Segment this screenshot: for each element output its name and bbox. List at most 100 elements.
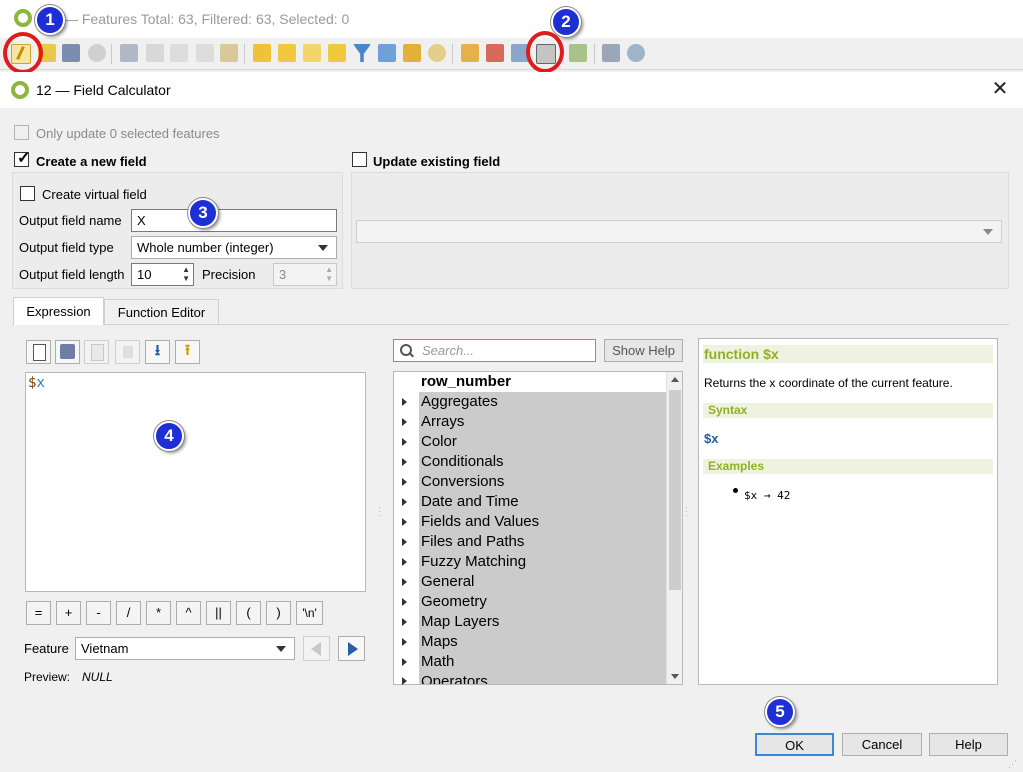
cancel-button[interactable]: Cancel	[842, 733, 922, 756]
operator-equals-button[interactable]: =	[26, 601, 51, 625]
expand-arrow-icon[interactable]	[402, 398, 407, 406]
paste-icon[interactable]	[220, 44, 238, 62]
expand-arrow-icon[interactable]	[402, 538, 407, 546]
search-field[interactable]: Search...	[393, 339, 596, 362]
save-icon[interactable]	[55, 340, 80, 364]
feature-combo[interactable]: Vietnam	[75, 637, 295, 660]
move-selection-top-icon[interactable]	[378, 44, 396, 62]
function-tree-scrollbar[interactable]	[666, 372, 682, 684]
show-help-button[interactable]: Show Help	[604, 339, 683, 362]
chevron-down-icon	[276, 646, 286, 652]
function-group-map-layers[interactable]: Map Layers	[421, 612, 499, 632]
import-icon[interactable]: ⭳	[145, 340, 170, 364]
annotation-badge-3: 3	[188, 198, 218, 228]
expand-arrow-icon[interactable]	[402, 618, 407, 626]
output-type-combo[interactable]: Whole number (integer)	[131, 236, 337, 259]
deselect-all-icon[interactable]	[328, 44, 346, 62]
cut-icon[interactable]	[170, 44, 188, 62]
actions-icon[interactable]	[627, 44, 645, 62]
function-group-color[interactable]: Color	[421, 432, 457, 452]
chevron-down-icon	[318, 245, 328, 251]
delete-feature-icon[interactable]	[146, 44, 164, 62]
only-update-checkbox[interactable]	[14, 125, 29, 140]
precision-spinbox[interactable]: 3 ▲ ▼	[273, 263, 337, 286]
expand-arrow-icon[interactable]	[402, 518, 407, 526]
expand-arrow-icon[interactable]	[402, 558, 407, 566]
function-group-fuzzy-matching[interactable]: Fuzzy Matching	[421, 552, 526, 572]
pan-to-selection-icon[interactable]	[403, 44, 421, 62]
expand-arrow-icon[interactable]	[402, 478, 407, 486]
expand-arrow-icon[interactable]	[402, 418, 407, 426]
operator-plus-button[interactable]: +	[56, 601, 81, 625]
save-edits-icon[interactable]	[62, 44, 80, 62]
feature-value: Vietnam	[81, 641, 129, 656]
spin-arrows-icon[interactable]: ▲ ▼	[325, 265, 333, 283]
scroll-up-icon[interactable]	[671, 377, 679, 382]
expand-arrow-icon[interactable]	[402, 498, 407, 506]
function-row-number[interactable]: row_number	[421, 372, 511, 392]
toolbar-separator	[594, 44, 595, 64]
expand-arrow-icon[interactable]	[402, 658, 407, 666]
function-group-general[interactable]: General	[421, 572, 474, 592]
delete-icon	[115, 340, 140, 364]
expand-arrow-icon[interactable]	[402, 578, 407, 586]
splitter-handle[interactable]: · · ·	[685, 503, 688, 520]
select-by-expression-icon[interactable]	[253, 44, 271, 62]
operator-concat-button[interactable]: ||	[206, 601, 231, 625]
function-group-arrays[interactable]: Arrays	[421, 412, 464, 432]
operator-power-button[interactable]: ^	[176, 601, 201, 625]
operator-close-paren-button[interactable]: )	[266, 601, 291, 625]
scroll-thumb[interactable]	[669, 390, 681, 590]
create-new-field-checkbox[interactable]: ✓	[14, 150, 30, 167]
function-group-geometry[interactable]: Geometry	[421, 592, 487, 612]
new-field-icon[interactable]	[461, 44, 479, 62]
select-all-icon[interactable]	[278, 44, 296, 62]
delete-field-icon[interactable]	[486, 44, 504, 62]
operator-minus-button[interactable]: -	[86, 601, 111, 625]
tab-function-editor[interactable]: Function Editor	[104, 299, 219, 324]
function-group-files-paths[interactable]: Files and Paths	[421, 532, 524, 552]
scroll-down-icon[interactable]	[671, 674, 679, 679]
zoom-to-selection-icon[interactable]	[428, 44, 446, 62]
form-view-icon[interactable]	[569, 44, 587, 62]
expand-arrow-icon[interactable]	[402, 638, 407, 646]
expand-arrow-icon[interactable]	[402, 438, 407, 446]
help-button[interactable]: Help	[929, 733, 1008, 756]
dock-table-icon[interactable]	[602, 44, 620, 62]
output-length-spinbox[interactable]: 10 ▲ ▼	[131, 263, 194, 286]
copy-icon[interactable]	[196, 44, 214, 62]
function-group-fields-values[interactable]: Fields and Values	[421, 512, 539, 532]
expression-editor[interactable]: $x	[25, 372, 366, 592]
close-icon[interactable]: ✕	[989, 78, 1011, 100]
resize-grip-icon[interactable]: ⋰	[1008, 760, 1018, 770]
function-group-math[interactable]: Math	[421, 652, 454, 672]
operator-newline-button[interactable]: '\n'	[296, 601, 323, 625]
expand-arrow-icon[interactable]	[402, 677, 407, 685]
spin-arrows-icon[interactable]: ▲ ▼	[182, 265, 190, 283]
function-group-date-time[interactable]: Date and Time	[421, 492, 519, 512]
operator-open-paren-button[interactable]: (	[236, 601, 261, 625]
add-feature-icon[interactable]	[120, 44, 138, 62]
expand-arrow-icon[interactable]	[402, 458, 407, 466]
function-group-conditionals[interactable]: Conditionals	[421, 452, 504, 472]
expand-arrow-icon[interactable]	[402, 598, 407, 606]
output-name-field[interactable]: X	[131, 209, 337, 232]
existing-field-combo[interactable]	[356, 220, 1002, 243]
splitter-handle[interactable]: · · ·	[378, 503, 381, 520]
update-existing-checkbox[interactable]	[352, 152, 367, 167]
operator-divide-button[interactable]: /	[116, 601, 141, 625]
new-file-icon[interactable]	[26, 340, 51, 364]
tab-expression[interactable]: Expression	[13, 297, 104, 325]
function-group-maps[interactable]: Maps	[421, 632, 458, 652]
ok-button[interactable]: OK	[755, 733, 834, 756]
next-feature-button[interactable]	[338, 636, 365, 661]
function-group-conversions[interactable]: Conversions	[421, 472, 504, 492]
function-group-aggregates[interactable]: Aggregates	[421, 392, 498, 412]
export-icon[interactable]: ⭱	[175, 340, 200, 364]
operator-multiply-button[interactable]: *	[146, 601, 171, 625]
invert-selection-icon[interactable]	[303, 44, 321, 62]
create-virtual-checkbox[interactable]	[20, 186, 35, 201]
function-group-operators[interactable]: Operators	[421, 672, 488, 684]
reload-icon[interactable]	[88, 44, 106, 62]
help-example: $x → 42	[744, 489, 791, 502]
